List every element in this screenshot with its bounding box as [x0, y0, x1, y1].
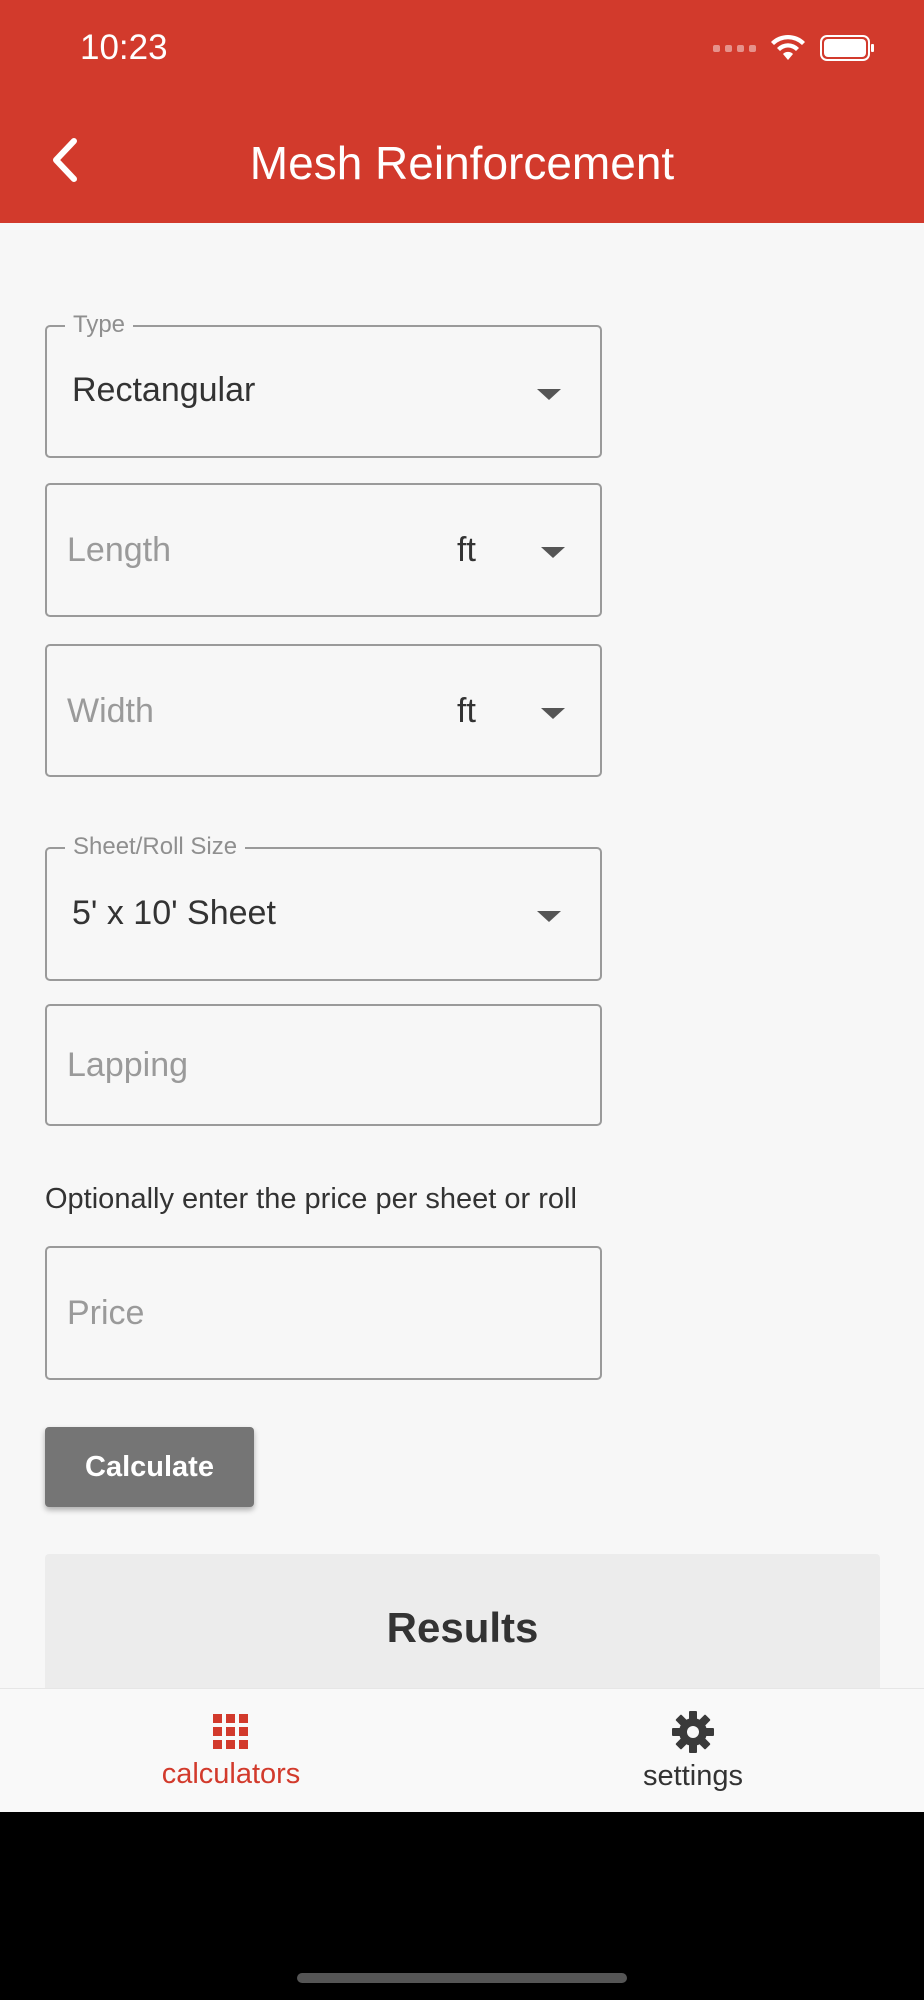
- results-panel: Results: [45, 1554, 880, 1688]
- page-title: Mesh Reinforcement: [249, 137, 675, 189]
- home-indicator: [297, 1973, 627, 1983]
- nav-item-calculators[interactable]: calculators: [0, 1689, 462, 1813]
- price-hint: Optionally enter the price per sheet or …: [45, 1183, 577, 1215]
- dropdown-caret-icon: [541, 547, 565, 558]
- dropdown-caret-icon: [537, 911, 561, 922]
- length-field[interactable]: Length ft: [45, 483, 602, 617]
- nav-item-settings[interactable]: settings: [462, 1689, 924, 1813]
- signal-icon: [713, 44, 756, 52]
- battery-icon: [820, 35, 874, 61]
- nav-label-settings: settings: [643, 1759, 743, 1792]
- status-time: 10:23: [80, 28, 168, 67]
- type-value: Rectangular: [72, 371, 256, 409]
- status-icons: [713, 34, 876, 62]
- calculate-button[interactable]: Calculate: [45, 1427, 254, 1507]
- sheet-size-select[interactable]: Sheet/Roll Size 5' x 10' Sheet: [45, 833, 602, 981]
- form-content: Type Rectangular Length ft Width ft Shee…: [0, 223, 924, 1688]
- sheet-size-value: 5' x 10' Sheet: [72, 894, 276, 932]
- app-header: 10:23 Mesh Reinforcement: [0, 0, 924, 223]
- nav-label-calculators: calculators: [161, 1757, 301, 1790]
- length-input[interactable]: Length: [67, 531, 171, 570]
- price-field[interactable]: Price: [45, 1246, 602, 1380]
- lapping-input[interactable]: Lapping: [67, 1046, 188, 1085]
- price-input[interactable]: Price: [67, 1294, 144, 1333]
- width-input[interactable]: Width: [67, 692, 154, 731]
- dropdown-caret-icon: [537, 389, 561, 400]
- gear-icon: [672, 1710, 714, 1753]
- sheet-size-label: Sheet/Roll Size: [65, 833, 246, 861]
- dropdown-caret-icon: [541, 708, 565, 719]
- wifi-icon: [771, 34, 805, 60]
- type-label: Type: [65, 311, 134, 339]
- width-unit-select[interactable]: ft: [457, 692, 476, 731]
- results-title: Results: [386, 1604, 539, 1651]
- type-select[interactable]: Type Rectangular: [45, 311, 602, 458]
- grid-icon: [213, 1713, 248, 1749]
- width-field[interactable]: Width ft: [45, 644, 602, 777]
- lapping-field[interactable]: Lapping: [45, 1004, 602, 1126]
- length-unit-select[interactable]: ft: [457, 531, 476, 570]
- bottom-nav: calculators settings: [0, 1688, 924, 1812]
